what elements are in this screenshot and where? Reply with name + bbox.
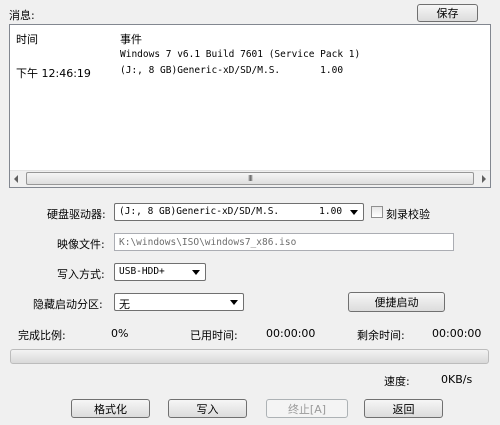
column-header-time[interactable]: 时间	[16, 31, 38, 47]
speed-label: 速度:	[384, 375, 410, 388]
format-button[interactable]: 格式化	[71, 399, 150, 418]
scroll-thumb[interactable]: III	[26, 172, 474, 185]
messages-label: 消息:	[9, 9, 35, 22]
write-mode-select[interactable]: USB-HDD+	[114, 263, 206, 281]
message-list[interactable]: 时间 事件 Windows 7 v6.1 Build 7601 (Service…	[9, 24, 491, 188]
message-drive-info: (J:, 8 GB)Generic-xD/SD/M.S. 1.00	[120, 65, 344, 76]
verify-checkbox[interactable]	[371, 206, 383, 218]
write-mode-label: 写入方式:	[57, 268, 105, 281]
scroll-grip: III	[247, 174, 253, 183]
write-mode-value: USB-HDD+	[119, 266, 165, 277]
write-button[interactable]: 写入	[168, 399, 247, 418]
progress-bar	[10, 349, 489, 364]
complete-ratio-label: 完成比例:	[18, 329, 66, 342]
drive-select-value: (J:, 8 GB)Generic-xD/SD/M.S. 1.00	[119, 206, 343, 217]
chevron-down-icon	[192, 270, 200, 275]
remaining-time-value: 00:00:00	[432, 327, 482, 340]
chevron-down-icon	[230, 300, 238, 305]
scroll-right-icon[interactable]	[482, 175, 486, 183]
image-file-input[interactable]	[114, 233, 454, 251]
message-os-info: Windows 7 v6.1 Build 7601 (Service Pack …	[120, 49, 361, 60]
hidden-partition-select[interactable]: 无	[114, 293, 244, 311]
quick-boot-button[interactable]: 便捷启动	[348, 292, 445, 312]
scroll-left-icon[interactable]	[14, 175, 18, 183]
drive-label: 硬盘驱动器:	[47, 208, 106, 221]
horizontal-scrollbar[interactable]: III	[10, 170, 490, 187]
drive-select[interactable]: (J:, 8 GB)Generic-xD/SD/M.S. 1.00	[114, 203, 364, 221]
elapsed-time-value: 00:00:00	[266, 327, 316, 340]
column-header-event[interactable]: 事件	[120, 31, 142, 47]
elapsed-time-label: 已用时间:	[190, 329, 238, 342]
hidden-partition-value: 无	[119, 298, 130, 311]
remaining-time-label: 剩余时间:	[357, 329, 405, 342]
save-button[interactable]: 保存	[417, 4, 478, 22]
message-time: 下午 12:46:19	[16, 67, 91, 80]
image-file-path[interactable]	[115, 234, 453, 250]
chevron-down-icon	[350, 210, 358, 215]
image-file-label: 映像文件:	[57, 238, 105, 251]
speed-value: 0KB/s	[441, 373, 473, 386]
back-button[interactable]: 返回	[364, 399, 443, 418]
abort-button[interactable]: 终止[A]	[266, 399, 348, 418]
verify-label: 刻录校验	[386, 208, 430, 221]
complete-ratio-value: 0%	[111, 327, 129, 340]
hidden-partition-label: 隐藏启动分区:	[33, 298, 103, 311]
